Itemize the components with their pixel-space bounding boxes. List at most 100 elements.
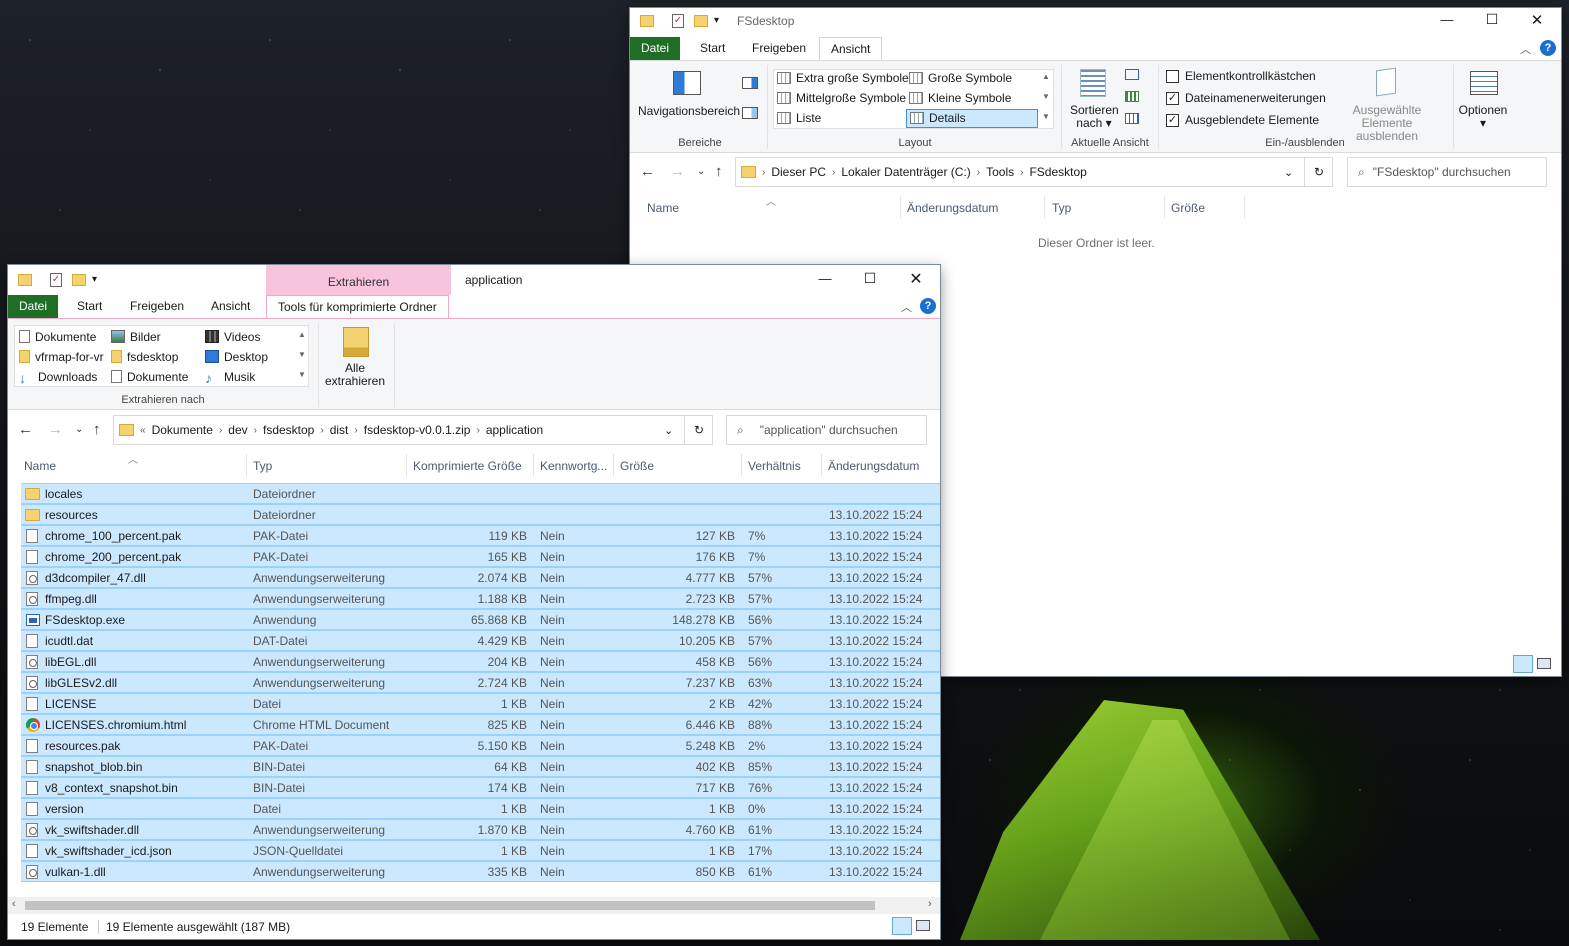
- details-view-toggle[interactable]: [1513, 655, 1533, 673]
- navigation-pane-button[interactable]: Navigationsbereich: [638, 104, 740, 118]
- tab-datei[interactable]: Datei: [8, 295, 59, 318]
- breadcrumb-item[interactable]: Tools: [986, 165, 1014, 179]
- column-header-size[interactable]: Größe: [1171, 201, 1205, 215]
- recent-locations-button[interactable]: ⌄: [697, 166, 705, 177]
- column-header-compressed-size[interactable]: Komprimierte Größe: [413, 459, 522, 473]
- tab-freigeben[interactable]: Freigeben: [119, 295, 195, 318]
- qat-dropdown-icon[interactable]: ▾: [714, 15, 719, 26]
- layout-details[interactable]: Details: [906, 109, 1038, 128]
- column-header-name[interactable]: Name: [24, 459, 56, 473]
- table-row[interactable]: LICENSE Datei 1 KB Nein 2 KB 42% 13.10.2022 15…: [21, 693, 940, 714]
- column-header-type[interactable]: Typ: [1052, 201, 1071, 215]
- breadcrumb-item[interactable]: dist: [330, 423, 349, 437]
- minimize-button[interactable]: —: [813, 271, 837, 286]
- extract-to-videos[interactable]: Videos: [205, 330, 260, 344]
- gallery-scroll-down[interactable]: ▼: [1042, 92, 1050, 101]
- search-box[interactable]: ⌕ "FSdesktop" durchsuchen: [1347, 157, 1547, 187]
- column-header-password-protected[interactable]: Kennwortg...: [540, 459, 607, 473]
- gallery-more[interactable]: ▼: [298, 370, 306, 379]
- table-row[interactable]: snapshot_blob.bin BIN-Datei 64 KB Nein 402 K…: [21, 756, 940, 777]
- breadcrumb-item[interactable]: FSdesktop: [1029, 165, 1086, 179]
- forward-button[interactable]: →: [48, 421, 63, 438]
- column-header-size[interactable]: Größe: [620, 459, 654, 473]
- gallery-scroll-down[interactable]: ▼: [298, 350, 306, 359]
- tab-datei[interactable]: Datei: [630, 37, 681, 60]
- breadcrumb-item[interactable]: fsdesktop-v0.0.1.zip: [364, 423, 471, 437]
- new-folder-icon[interactable]: [694, 15, 708, 27]
- forward-button[interactable]: →: [670, 163, 685, 180]
- scroll-thumb[interactable]: [25, 901, 875, 910]
- table-row[interactable]: version Datei 1 KB Nein 1 KB 0% 13.10.2022 15:…: [21, 798, 940, 819]
- help-icon[interactable]: ?: [1540, 40, 1556, 56]
- preview-pane-icon[interactable]: [742, 77, 758, 89]
- details-view-toggle[interactable]: [892, 917, 912, 935]
- address-bar[interactable]: › Dieser PC › Lokaler Datenträger (C:) › To…: [735, 157, 1333, 187]
- properties-icon[interactable]: ✓: [672, 14, 684, 28]
- gallery-more[interactable]: ▼: [1042, 112, 1050, 121]
- column-header-name[interactable]: Name: [647, 201, 679, 215]
- breadcrumb-item[interactable]: fsdesktop: [263, 423, 314, 437]
- column-header-date[interactable]: Änderungsdatum: [828, 459, 919, 473]
- group-by-icon[interactable]: [1125, 69, 1139, 80]
- maximize-button[interactable]: ☐: [1480, 11, 1504, 28]
- table-row[interactable]: vk_swiftshader_icd.json JSON-Quelldatei 1 …: [21, 840, 940, 861]
- layout-list[interactable]: Liste: [777, 111, 821, 125]
- options-button[interactable]: Optionen ▾: [1458, 104, 1508, 130]
- new-folder-icon[interactable]: [72, 274, 86, 286]
- large-icons-view-toggle[interactable]: [916, 920, 930, 931]
- table-row[interactable]: icudtl.dat DAT-Datei 4.429 KB Nein 10.205 KB…: [21, 630, 940, 651]
- table-row[interactable]: d3dcompiler_47.dll Anwendungserweiterung 2…: [21, 567, 940, 588]
- gallery-scroll-up[interactable]: ▲: [1042, 72, 1050, 81]
- layout-small-icons[interactable]: Kleine Symbole: [909, 91, 1011, 105]
- help-icon[interactable]: ?: [920, 298, 936, 314]
- layout-extra-large-icons[interactable]: Extra große Symbole: [777, 71, 909, 85]
- breadcrumb-item[interactable]: Lokaler Datenträger (C:): [841, 165, 970, 179]
- table-row[interactable]: vk_swiftshader.dll Anwendungserweiterung 1…: [21, 819, 940, 840]
- address-dropdown-icon[interactable]: ⌄: [1284, 166, 1293, 179]
- extract-to-dokumente[interactable]: Dokumente: [19, 330, 96, 344]
- size-columns-icon[interactable]: [1125, 113, 1139, 124]
- refresh-icon[interactable]: ↻: [1304, 158, 1324, 186]
- qat-dropdown-icon[interactable]: ▾: [92, 274, 97, 285]
- table-row[interactable]: libGLESv2.dll Anwendungserweiterung 2.724 …: [21, 672, 940, 693]
- table-row[interactable]: LICENSES.chromium.html Chrome HTML Docume…: [21, 714, 940, 735]
- close-button[interactable]: ✕: [904, 269, 928, 289]
- table-row[interactable]: resources Dateiordner 13.10.2022 15:24: [21, 504, 940, 525]
- extract-to-fsdesktop[interactable]: fsdesktop: [111, 350, 178, 364]
- minimize-button[interactable]: —: [1435, 12, 1459, 27]
- table-row[interactable]: chrome_100_percent.pak PAK-Datei 119 KB Nei…: [21, 525, 940, 546]
- table-row[interactable]: vulkan-1.dll Anwendungserweiterung 335 KB N…: [21, 861, 940, 882]
- layout-large-icons[interactable]: Große Symbole: [909, 71, 1012, 85]
- recent-locations-button[interactable]: ⌄: [75, 424, 83, 435]
- checkbox-file-extensions[interactable]: ✓: [1166, 92, 1179, 105]
- table-row[interactable]: ffmpeg.dll Anwendungserweiterung 1.188 KB N…: [21, 588, 940, 609]
- tab-ansicht[interactable]: Ansicht: [200, 295, 261, 318]
- tab-ansicht[interactable]: Ansicht: [819, 37, 883, 60]
- extract-to-vfrmap[interactable]: vfrmap-for-vr: [19, 350, 104, 364]
- details-pane-icon[interactable]: [742, 107, 758, 119]
- breadcrumb-item[interactable]: dev: [228, 423, 247, 437]
- extract-to-downloads[interactable]: ↓ Downloads: [19, 370, 97, 385]
- scroll-right-arrow[interactable]: ›: [928, 898, 932, 910]
- breadcrumb-item[interactable]: Dieser PC: [771, 165, 826, 179]
- refresh-icon[interactable]: ↻: [684, 416, 704, 444]
- large-icons-view-toggle[interactable]: [1537, 658, 1551, 669]
- address-bar[interactable]: «Dokumente › dev › fsdesktop › dist › fsdesk…: [113, 415, 713, 445]
- extract-to-dokumente-2[interactable]: Dokumente: [111, 370, 188, 384]
- address-dropdown-icon[interactable]: ⌄: [664, 424, 673, 437]
- close-button[interactable]: ✕: [1525, 11, 1549, 29]
- extract-all-button[interactable]: Alle extrahieren: [324, 362, 386, 388]
- extract-to-bilder[interactable]: Bilder: [111, 330, 161, 344]
- maximize-button[interactable]: ☐: [858, 270, 882, 287]
- table-row[interactable]: chrome_200_percent.pak PAK-Datei 165 KB Nei…: [21, 546, 940, 567]
- tab-compressed-folder-tools[interactable]: Tools für komprimierte Ordner: [266, 295, 449, 318]
- column-header-ratio[interactable]: Verhältnis: [748, 459, 801, 473]
- breadcrumb-item[interactable]: Dokumente: [152, 423, 213, 437]
- checkbox-hidden-items[interactable]: ✓: [1166, 114, 1179, 127]
- tab-start[interactable]: Start: [689, 37, 736, 60]
- back-button[interactable]: ←: [18, 421, 33, 438]
- search-box[interactable]: ⌕ "application" durchsuchen: [726, 415, 927, 445]
- tab-start[interactable]: Start: [66, 295, 113, 318]
- up-button[interactable]: ↑: [93, 421, 101, 438]
- collapse-ribbon-icon[interactable]: ︿: [1520, 41, 1531, 57]
